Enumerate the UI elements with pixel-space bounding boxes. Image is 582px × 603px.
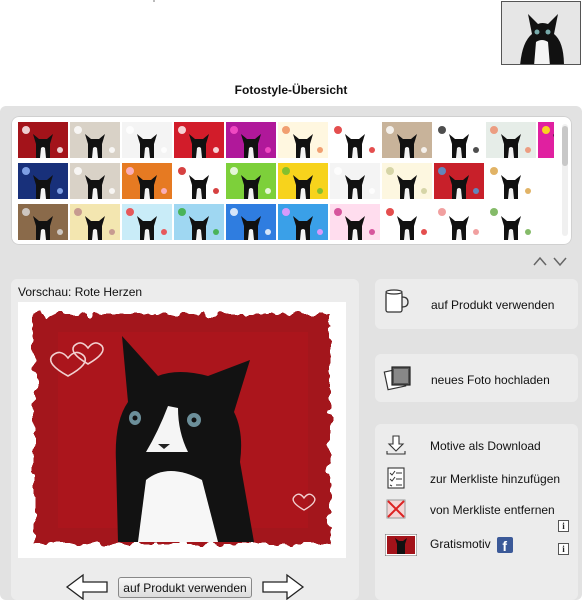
free-motif-thumbnail	[384, 533, 418, 557]
free-motif-link[interactable]: Gratismotiv f	[383, 533, 573, 558]
style-thumbnail-hearts-red[interactable]	[174, 122, 224, 158]
style-thumbnail-note-paper[interactable]	[382, 163, 432, 199]
arrow-left-icon	[65, 573, 108, 601]
remove-from-watchlist-label: von Merkliste entfernen	[430, 503, 555, 517]
use-on-product-button-bottom[interactable]: auf Produkt verwenden	[118, 577, 252, 598]
style-thumbnail-hearts-strip[interactable]	[382, 204, 432, 240]
page-title: Fotostyle-Übersicht	[234, 83, 348, 97]
remove-from-watchlist-link[interactable]: von Merkliste entfernen	[383, 498, 573, 522]
mug-icon	[383, 287, 411, 315]
style-thumbnail-wood-door[interactable]	[18, 204, 68, 240]
style-thumbnail-cat-sepia[interactable]	[382, 122, 432, 158]
use-on-product-button[interactable]: auf Produkt verwenden	[375, 279, 578, 329]
gallery-scrollbar[interactable]	[562, 124, 568, 236]
download-motifs-link[interactable]: Motive als Download	[383, 434, 573, 458]
style-thumbnail-cat-grey[interactable]	[330, 163, 380, 199]
style-thumbnail-orange-note[interactable]	[278, 122, 328, 158]
preview-label: Vorschau: Rote Herzen	[18, 285, 143, 299]
style-thumbnail-sun-yellow[interactable]	[278, 163, 328, 199]
use-on-product-label: auf Produkt verwenden	[431, 298, 555, 312]
style-thumbnail-toys[interactable]	[174, 204, 224, 240]
style-thumbnail-red-roses[interactable]	[434, 163, 484, 199]
gallery-scroll-arrows	[533, 255, 577, 269]
style-thumbnail-hearts-light[interactable]	[434, 204, 484, 240]
style-thumbnail-cat-dark[interactable]	[434, 122, 484, 158]
next-style-button[interactable]	[261, 573, 305, 601]
style-thumbnail-blue-waves[interactable]	[278, 204, 328, 240]
info-icon[interactable]: i	[558, 543, 569, 555]
style-thumbnail-pop-art[interactable]	[538, 122, 554, 158]
style-thumbnail-cat-white[interactable]	[70, 122, 120, 158]
top-dot	[153, 0, 155, 2]
style-thumbnail-green-leaf[interactable]	[486, 204, 536, 240]
style-thumbnail-hearts-outline[interactable]	[330, 122, 380, 158]
style-thumbnail-fruit-pastel[interactable]	[486, 122, 536, 158]
style-thumbnail-pink-christmas[interactable]	[226, 122, 276, 158]
chevron-down-icon[interactable]	[553, 255, 569, 269]
style-thumbnail-cake-gold[interactable]	[486, 163, 536, 199]
preview-image	[18, 302, 346, 558]
checklist-icon	[385, 467, 407, 489]
free-motif-label: Gratismotiv f	[430, 537, 513, 554]
remove-x-icon	[385, 498, 407, 520]
upload-photo-label: neues Foto hochladen	[431, 373, 550, 387]
style-thumbnail-red-frame[interactable]	[18, 122, 68, 158]
style-thumbnail-red-heart[interactable]	[174, 163, 224, 199]
current-photo-thumbnail[interactable]	[501, 1, 581, 65]
add-to-watchlist-label: zur Merkliste hinzufügen	[430, 472, 561, 486]
previous-style-button[interactable]	[65, 573, 109, 601]
chevron-up-icon[interactable]	[533, 255, 549, 269]
gallery-grid	[18, 122, 554, 242]
download-arrow-icon	[385, 434, 407, 456]
options-panel: Motive als Download zur Merkliste hinzuf…	[375, 424, 578, 600]
style-thumbnail-orange-bg[interactable]	[122, 163, 172, 199]
facebook-icon[interactable]: f	[496, 537, 513, 554]
style-thumbnail-cat-white[interactable]	[70, 163, 120, 199]
arrow-right-icon	[262, 573, 305, 601]
style-gallery	[11, 116, 572, 245]
style-thumbnail-banner-yellow[interactable]	[70, 204, 120, 240]
style-thumbnail-stars-green[interactable]	[226, 163, 276, 199]
info-icon[interactable]: i	[558, 520, 569, 532]
free-motif-text: Gratismotiv	[430, 537, 491, 552]
add-to-watchlist-link[interactable]: zur Merkliste hinzufügen	[383, 467, 573, 491]
upload-photo-button[interactable]: neues Foto hochladen	[375, 354, 578, 402]
style-thumbnail-cat-plain[interactable]	[122, 122, 172, 158]
photo-stack-icon	[383, 364, 411, 392]
style-thumbnail-blue-text[interactable]	[226, 204, 276, 240]
style-thumbnail-night-snow[interactable]	[18, 163, 68, 199]
style-thumbnail-balloons[interactable]	[122, 204, 172, 240]
style-thumbnail-pink-flowers[interactable]	[330, 204, 380, 240]
download-motifs-label: Motive als Download	[430, 439, 541, 453]
